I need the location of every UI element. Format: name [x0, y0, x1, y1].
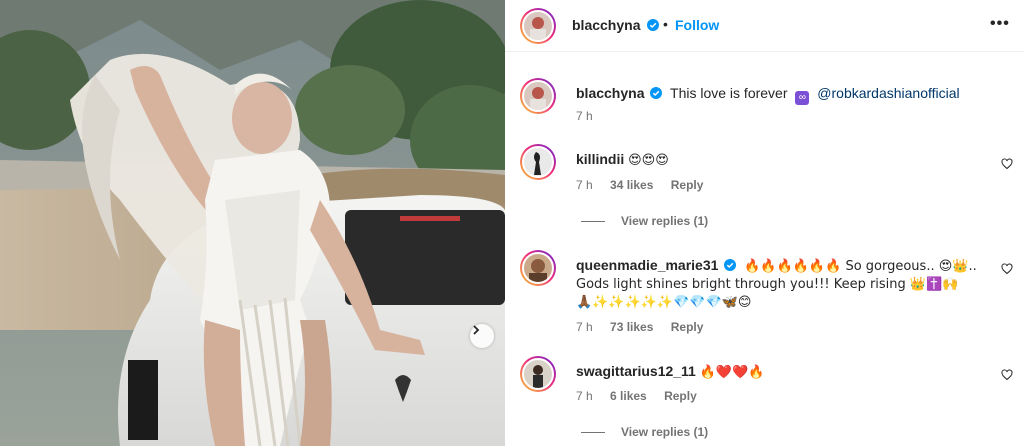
caption-time[interactable]: 7 h — [576, 109, 593, 123]
heart-outline-icon[interactable] — [1001, 369, 1013, 381]
verified-badge-icon — [650, 87, 663, 99]
comment-likes[interactable]: 6 likes — [610, 389, 647, 403]
comment-text-line1: 🔥🔥🔥🔥🔥🔥 So gorgeous.. 😍👑.. — [744, 259, 977, 274]
comment-likes[interactable]: 73 likes — [610, 320, 653, 334]
caption-username[interactable]: blacchyna — [576, 85, 644, 101]
verified-badge-icon — [647, 19, 659, 31]
post-photo — [0, 0, 505, 446]
view-replies-button[interactable]: View replies (1) — [581, 425, 708, 439]
caption: blacchyna This love is forever ∞ @robkar… — [576, 84, 1006, 105]
comment-meta: 7 h 73 likes Reply — [576, 320, 717, 334]
reply-button[interactable]: Reply — [664, 389, 697, 403]
reply-button[interactable]: Reply — [671, 320, 704, 334]
next-image-button[interactable] — [470, 324, 494, 348]
post-side-panel: blacchyna • Follow ••• blacchyna This lo… — [505, 0, 1024, 446]
comment-username[interactable]: queenmadie_marie31 — [576, 257, 718, 273]
comment-meta: 7 h 6 likes Reply — [576, 389, 711, 403]
comment-avatar[interactable] — [520, 144, 556, 180]
comment-text-line3: 🙏🏾✨✨✨✨✨💎💎💎🦋😊 — [576, 295, 752, 310]
comment-body: swagittarius12_11 🔥❤️❤️🔥 — [576, 362, 976, 382]
comment-avatar[interactable] — [520, 356, 556, 392]
replies-divider — [581, 431, 605, 433]
chevron-right-icon — [473, 325, 480, 335]
heart-outline-icon[interactable] — [1001, 263, 1013, 275]
comment-username[interactable]: killindii — [576, 151, 624, 167]
view-replies-button[interactable]: View replies (1) — [581, 214, 708, 228]
comment-text: 🔥❤️❤️🔥 — [699, 365, 765, 380]
heart-outline-icon[interactable] — [1001, 158, 1013, 170]
caption-meta: 7 h — [576, 109, 607, 123]
comment-avatar[interactable] — [520, 250, 556, 286]
caption-text: This love is forever — [670, 85, 788, 101]
comment-time[interactable]: 7 h — [576, 178, 593, 192]
comment-text: 😍😍😍 — [628, 153, 669, 168]
replies-divider — [581, 220, 605, 222]
follow-button[interactable]: Follow — [675, 17, 719, 33]
view-replies-label: View replies (1) — [621, 214, 709, 228]
comment-meta: 7 h 34 likes Reply — [576, 178, 717, 192]
comment-time[interactable]: 7 h — [576, 320, 593, 334]
comment-body: queenmadie_marie31 🔥🔥🔥🔥🔥🔥 So gorgeous.. … — [576, 256, 996, 312]
caption-avatar[interactable] — [520, 78, 556, 114]
infinity-icon: ∞ — [795, 91, 810, 105]
comment-text-line2: Gods light shines bright through you!!! … — [576, 277, 959, 292]
comment-likes[interactable]: 34 likes — [610, 178, 653, 192]
comment-body: killindii 😍😍😍 — [576, 150, 976, 170]
post-image — [0, 0, 505, 446]
author-username[interactable]: blacchyna — [572, 17, 640, 33]
more-options-icon[interactable]: ••• — [990, 15, 1010, 33]
post-header: blacchyna • Follow ••• — [505, 0, 1024, 52]
comment-time[interactable]: 7 h — [576, 389, 593, 403]
verified-badge-icon — [724, 259, 737, 271]
view-replies-label: View replies (1) — [621, 425, 709, 439]
separator-dot: • — [663, 16, 668, 32]
caption-mention[interactable]: @robkardashianofficial — [817, 85, 959, 101]
reply-button[interactable]: Reply — [671, 178, 704, 192]
comment-username[interactable]: swagittarius12_11 — [576, 363, 696, 379]
author-avatar[interactable] — [520, 8, 556, 44]
